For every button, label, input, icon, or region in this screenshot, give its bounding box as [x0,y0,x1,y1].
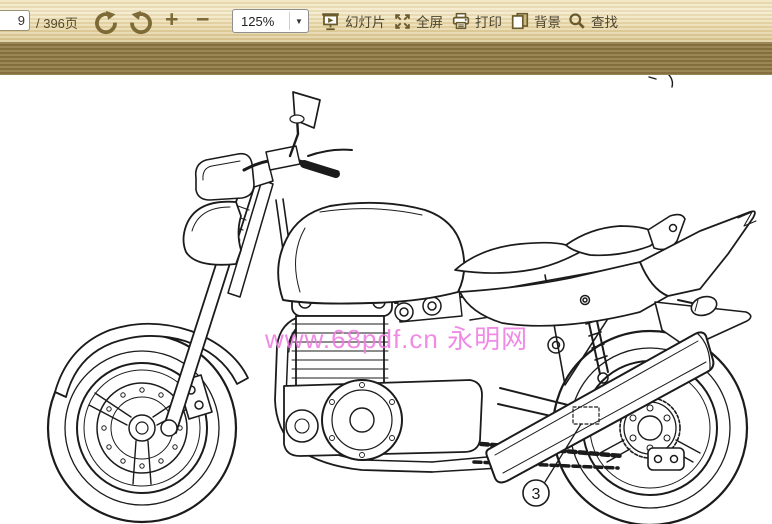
zoom-level-value: 125% [241,13,275,29]
fuel-tank [277,201,466,305]
slideshow-icon [322,12,339,30]
engine [283,279,483,461]
background-icon [511,12,529,30]
fullscreen-icon [395,13,410,29]
print-icon [452,12,470,30]
slideshow-button[interactable]: 幻灯片 [321,7,386,35]
print-button[interactable]: 打印 [452,7,502,35]
page-number-input[interactable] [0,10,30,31]
zoom-level-select[interactable]: 125% ▼ [232,9,309,33]
zoom-in-button[interactable]: + [165,5,178,33]
rear-brake-caliper [647,447,685,471]
motorcycle-diagram: 3 [46,75,757,524]
find-label: 查找 [591,15,618,30]
pdf-reader-window: / 396页 + − 125% ▼ [0,0,772,524]
zoom-out-button[interactable]: − [196,5,209,33]
grip [300,160,340,178]
fullscreen-button[interactable]: 全屏 [394,7,443,35]
stray-mark [648,76,657,80]
find-button[interactable]: 查找 [568,7,618,35]
background-button[interactable]: 背景 [511,7,561,35]
rotate-left-icon [95,10,117,34]
rotate-right-icon [130,10,152,34]
slideshow-label: 幻灯片 [345,15,386,30]
brake-lever [307,148,353,157]
handlebar-assembly [242,91,353,178]
headlight [182,200,242,266]
front-axle [160,419,178,437]
toolbar-lower-band [0,42,772,75]
pdf-page: www.68pdf.cn 永明网 3 [0,75,772,524]
callout-number: 3 [532,486,541,503]
instrument-cluster [194,152,255,201]
search-icon [569,13,585,29]
background-label: 背景 [534,15,561,30]
sprocket-holes [629,404,671,452]
passenger-seat [565,225,658,257]
master-cylinder [265,145,301,171]
fullscreen-label: 全屏 [416,15,443,30]
toolbar: / 396页 + − 125% ▼ [0,0,772,42]
print-label: 打印 [475,15,502,30]
rider-seat [454,241,581,274]
watermark-text: www.68pdf.cn 永明网 [265,324,529,354]
front-fender [54,322,249,398]
page-total-label: / 396页 [36,16,78,31]
rotate-left-button[interactable] [93,7,120,35]
stray-mark [668,75,674,88]
rotate-right-button[interactable] [127,7,154,35]
chevron-down-icon: ▼ [295,16,303,26]
